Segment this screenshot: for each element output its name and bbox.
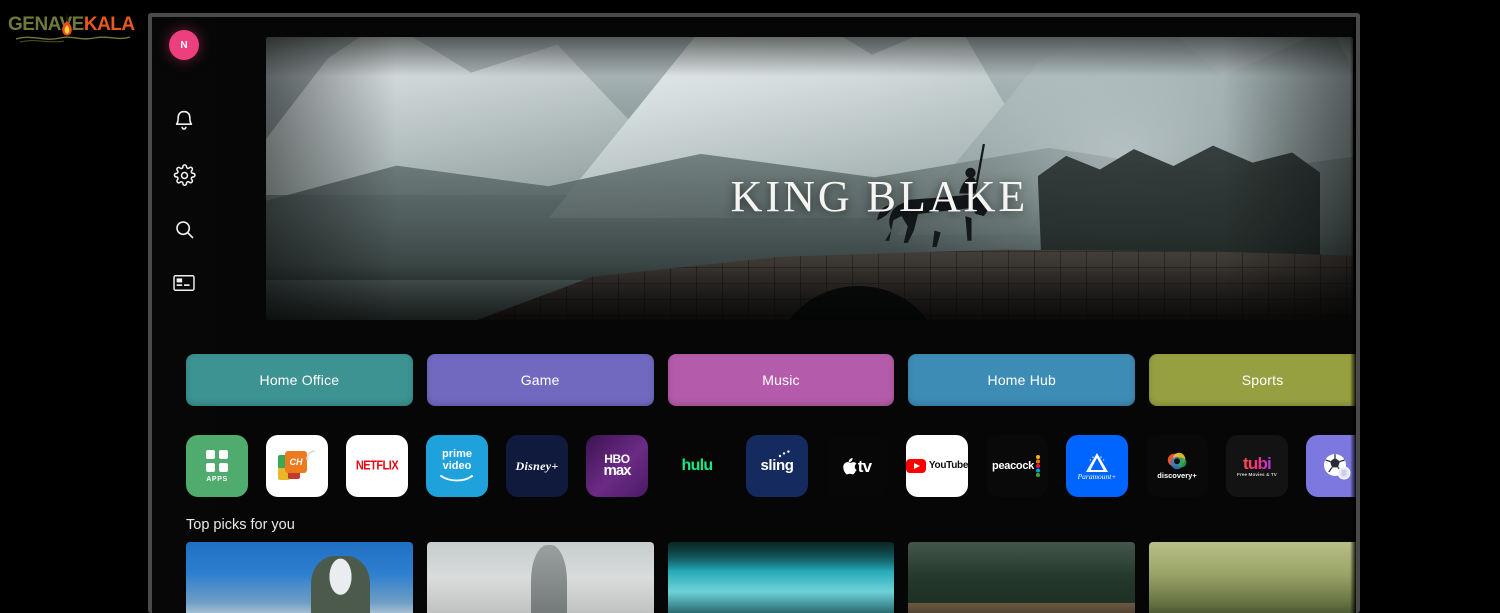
category-tile-label: Game [520,372,560,388]
tv-screen: N KING BLAKE Home Office Game Music Home… [152,17,1356,613]
hero-title: KING BLAKE [730,172,1029,221]
app-tile-hbo-max[interactable]: HBO max [586,435,648,497]
app-tile-prime-video[interactable]: prime video [426,435,488,497]
app-tile-sports-app[interactable] [1306,435,1356,497]
category-tiles: Home Office Game Music Home Hub Sports [186,354,1356,406]
app-tile-channels[interactable]: CH [266,435,328,497]
category-tile-music[interactable]: Music [667,354,895,406]
app-tile-youtube[interactable]: YouTube [906,435,968,497]
category-tile-game[interactable]: Game [426,354,654,406]
app-tile-hulu[interactable]: hulu [666,435,728,497]
top-pick-card[interactable] [1149,542,1356,613]
tv-bezel: N KING BLAKE Home Office Game Music Home… [148,13,1360,613]
top-pick-card[interactable] [908,542,1136,613]
category-tile-label: Sports [1241,372,1284,388]
app-tile-disney-plus[interactable]: Disney+ [506,435,568,497]
app-tile-paramount[interactable]: Paramount+ [1066,435,1128,497]
top-picks-heading: Top picks for you [186,517,295,533]
hero-banner[interactable]: KING BLAKE [266,37,1353,320]
category-tile-label: Home Hub [987,372,1057,388]
category-tile-sports[interactable]: Sports [1149,354,1356,406]
app-tile-apps[interactable]: APPS [186,435,248,497]
top-picks-row [186,542,1356,613]
right-edge-shade [1350,17,1356,613]
category-tile-label: Music [762,372,800,388]
top-pick-card[interactable] [186,542,413,613]
category-tile-label: Home Office [259,372,340,388]
app-tile-sling[interactable]: sling [746,435,808,497]
app-tile-discovery[interactable]: discovery+ [1146,435,1208,497]
app-tile-apple-tv[interactable]: tv [826,435,888,497]
app-tile-tubi[interactable]: tubi Free Movies & TV [1226,435,1288,497]
app-tile-peacock[interactable]: peacock [986,435,1048,497]
category-tile-home-office[interactable]: Home Office [186,354,413,406]
site-watermark-logo: GENAVEKALA [8,6,138,43]
app-shortcuts-row: APPS CH NETFLIX prime video Disney+ HBO … [186,435,1356,497]
top-pick-card[interactable] [667,542,895,613]
wave-underline-icon [15,36,131,43]
main-content: KING BLAKE Home Office Game Music Home Hub S… [169,17,1356,613]
app-tile-netflix[interactable]: NETFLIX [346,435,408,497]
top-pick-card[interactable] [426,542,654,613]
watermark-text-part-b: KALA [83,13,135,35]
category-tile-home-hub[interactable]: Home Hub [908,354,1136,406]
